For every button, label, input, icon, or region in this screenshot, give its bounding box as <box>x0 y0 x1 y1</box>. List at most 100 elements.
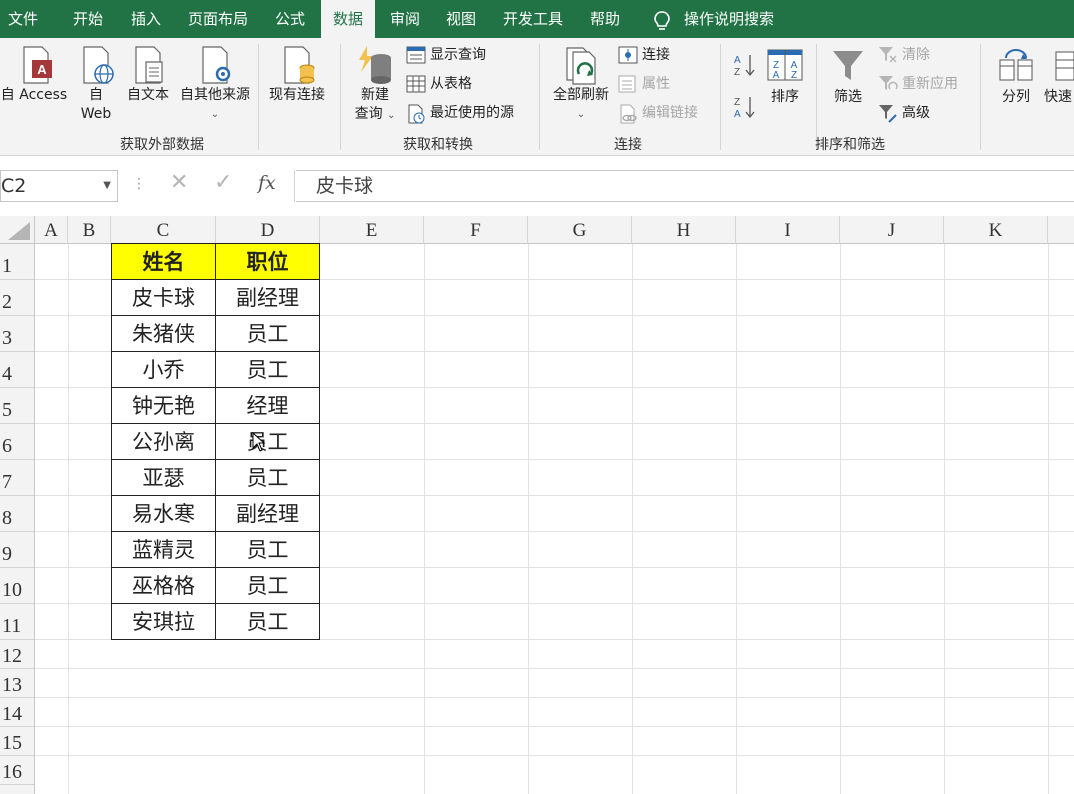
tab-data[interactable]: 数据 <box>321 0 376 40</box>
column-header-b[interactable]: B <box>68 216 111 244</box>
gridline <box>528 244 529 794</box>
text-to-columns-icon <box>999 49 1033 81</box>
sort-descending-button[interactable]: Z A <box>732 94 758 126</box>
tab-developer[interactable]: 开发工具 <box>503 0 563 38</box>
name-box[interactable]: C2 ▼ <box>0 170 118 202</box>
group-label-get-external: 获取外部数据 <box>120 137 204 153</box>
table-cell-name[interactable]: 朱猪侠 <box>112 316 216 352</box>
table-cell-position[interactable]: 副经理 <box>216 496 320 532</box>
refresh-all-button[interactable]: 全部刷新 ⌄ <box>550 44 612 124</box>
table-header-position[interactable]: 职位 <box>216 244 320 280</box>
column-headers: A B C D E F G H I J K <box>0 216 1074 244</box>
column-header-f[interactable]: F <box>424 216 528 244</box>
formula-bar-grip-icon[interactable]: ⋮ <box>132 176 146 192</box>
tab-home[interactable]: 开始 <box>73 0 103 38</box>
column-header-a[interactable]: A <box>35 216 68 244</box>
row-header-14[interactable]: 14 <box>0 698 34 727</box>
row-header-3[interactable]: 3 <box>0 316 34 352</box>
from-text-button[interactable]: 自文本 <box>124 44 172 105</box>
row-header-4[interactable]: 4 <box>0 352 34 388</box>
from-table-label: 从表格 <box>430 76 472 92</box>
row-header-1[interactable]: 1 <box>0 244 34 280</box>
from-access-button[interactable]: A 自 Access <box>0 44 68 105</box>
table-cell-position[interactable]: 员工 <box>216 316 320 352</box>
row-header-16[interactable]: 16 <box>0 756 34 785</box>
table-cell-position[interactable]: 员工 <box>216 460 320 496</box>
from-other-sources-button[interactable]: 自其他来源 ⌄ <box>176 44 254 124</box>
row-header-10[interactable]: 10 <box>0 568 34 604</box>
tab-help[interactable]: 帮助 <box>590 0 620 38</box>
show-queries-label: 显示查询 <box>430 47 486 63</box>
tab-insert[interactable]: 插入 <box>131 0 161 38</box>
column-header-h[interactable]: H <box>632 216 736 244</box>
column-header-d[interactable]: D <box>216 216 320 244</box>
tab-view[interactable]: 视图 <box>446 0 476 38</box>
enter-check-icon[interactable]: ✓ <box>214 170 232 195</box>
filter-button[interactable]: 筛选 <box>826 48 870 107</box>
from-access-label: 自 Access <box>0 87 68 103</box>
new-query-button[interactable]: 新建 查询 ⌄ <box>350 44 400 125</box>
table-cell-position[interactable]: 员工 <box>216 568 320 604</box>
row-header-5[interactable]: 5 <box>0 388 34 424</box>
flash-fill-icon <box>1055 51 1074 81</box>
recent-sources-label: 最近使用的源 <box>430 105 514 121</box>
tab-file[interactable]: 文件 <box>8 0 38 38</box>
row-header-15[interactable]: 15 <box>0 727 34 756</box>
chevron-down-icon[interactable]: ▼ <box>103 171 111 201</box>
cancel-icon[interactable]: ✕ <box>170 170 188 195</box>
table-cell-name[interactable]: 安琪拉 <box>112 604 216 640</box>
table-cell-name[interactable]: 亚瑟 <box>112 460 216 496</box>
from-web-button[interactable]: 自 Web <box>74 44 118 124</box>
column-header-c[interactable]: C <box>111 216 216 244</box>
insert-function-icon[interactable]: fx <box>258 172 276 194</box>
reapply-icon <box>879 76 898 90</box>
row-header-7[interactable]: 7 <box>0 460 34 496</box>
column-header-g[interactable]: G <box>528 216 632 244</box>
connections-icon <box>618 46 638 64</box>
select-all-button[interactable] <box>0 216 35 244</box>
row-header-6[interactable]: 6 <box>0 424 34 460</box>
row-header-11[interactable]: 11 <box>0 604 34 640</box>
column-header-e[interactable]: E <box>320 216 424 244</box>
formula-input[interactable]: 皮卡球 <box>296 170 1074 202</box>
row-header-13[interactable]: 13 <box>0 669 34 698</box>
column-header-j[interactable]: J <box>840 216 944 244</box>
column-header-i[interactable]: I <box>736 216 840 244</box>
table-cell-name[interactable]: 蓝精灵 <box>112 532 216 568</box>
table-cell-name[interactable]: 巫格格 <box>112 568 216 604</box>
sort-button[interactable]: Z A A Z 排序 <box>764 48 806 107</box>
table-cell-name[interactable]: 易水寒 <box>112 496 216 532</box>
table-cell-name[interactable]: 皮卡球 <box>112 280 216 316</box>
gridline <box>840 244 841 794</box>
flash-fill-button[interactable]: 快速 <box>1044 48 1074 107</box>
table-cell-position[interactable]: 副经理 <box>216 280 320 316</box>
row-header-9[interactable]: 9 <box>0 532 34 568</box>
gridline <box>1048 244 1049 794</box>
table-cell-position[interactable]: 员工 <box>216 604 320 640</box>
column-header-k[interactable]: K <box>944 216 1048 244</box>
table-cell-name[interactable]: 小乔 <box>112 352 216 388</box>
row-header-8[interactable]: 8 <box>0 496 34 532</box>
connections-label: 连接 <box>642 47 670 63</box>
sort-ascending-button[interactable]: A Z <box>732 52 758 84</box>
gridline <box>736 244 737 794</box>
row-header-2[interactable]: 2 <box>0 280 34 316</box>
row-header-12[interactable]: 12 <box>0 640 34 669</box>
data-table: 姓名 职位 皮卡球 副经理 朱猪侠 员工 小乔 员工 钟无艳 经理 公孙离 员工… <box>111 243 320 640</box>
table-cell-position[interactable]: 经理 <box>216 388 320 424</box>
table-cell-position[interactable]: 员工 <box>216 532 320 568</box>
tab-page-layout[interactable]: 页面布局 <box>188 0 248 38</box>
table-cell-position[interactable]: 员工 <box>216 352 320 388</box>
tab-formulas[interactable]: 公式 <box>275 0 305 38</box>
text-to-columns-button[interactable]: 分列 <box>994 48 1038 107</box>
group-divider <box>720 44 721 150</box>
tab-review[interactable]: 审阅 <box>390 0 420 38</box>
table-cell-position[interactable]: 员工 <box>216 424 320 460</box>
table-cell-name[interactable]: 钟无艳 <box>112 388 216 424</box>
table-header-name[interactable]: 姓名 <box>112 244 216 280</box>
filter-label: 筛选 <box>834 89 862 105</box>
gridline <box>35 697 1074 698</box>
table-cell-name[interactable]: 公孙离 <box>112 424 216 460</box>
chevron-down-icon: ⌄ <box>387 110 396 121</box>
existing-connections-button[interactable]: 现有连接 <box>264 44 330 105</box>
